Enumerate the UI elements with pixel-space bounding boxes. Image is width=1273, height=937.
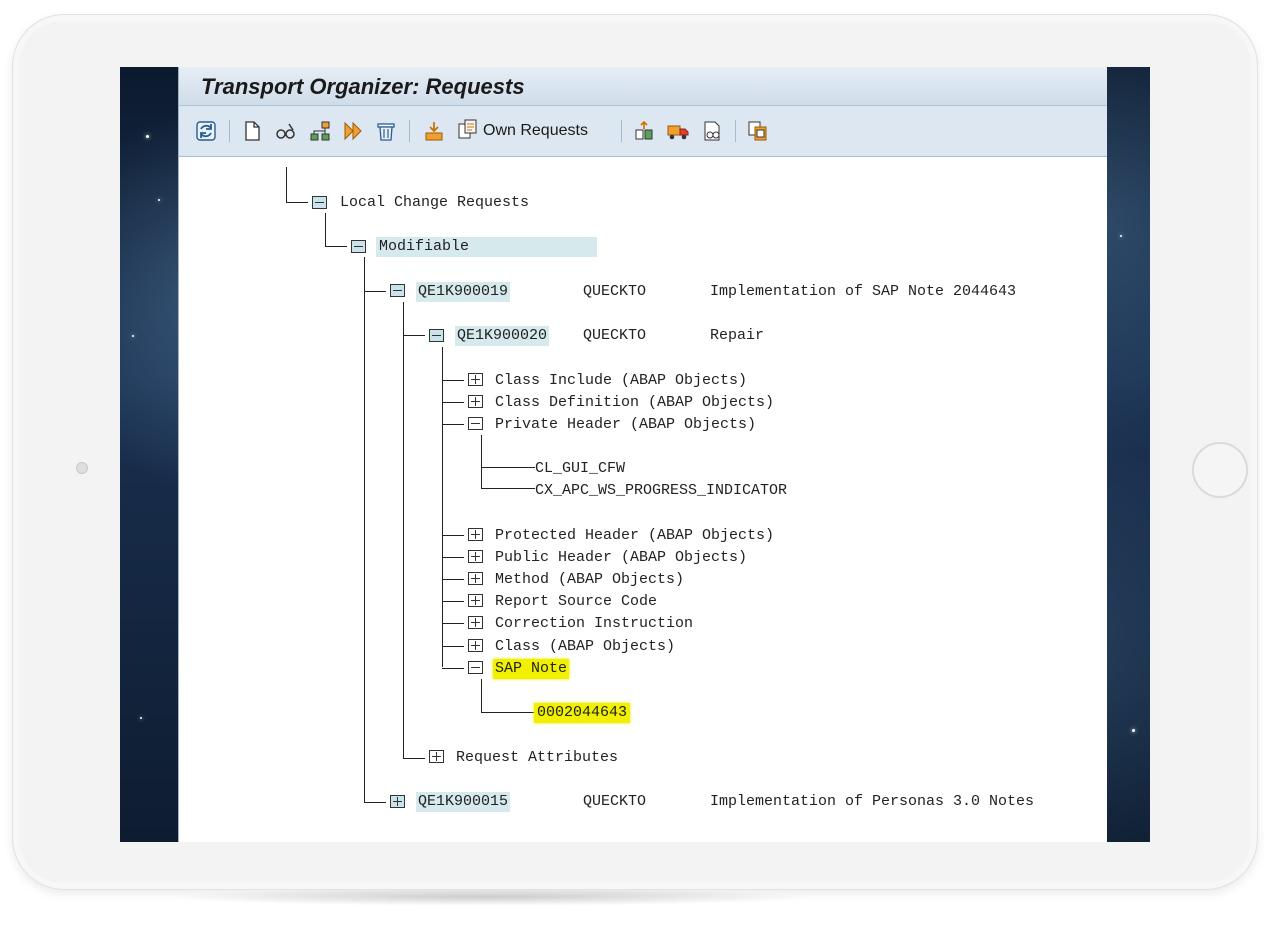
object-type-label[interactable]: Correction Instruction xyxy=(495,614,693,634)
toolbar-separator xyxy=(409,120,410,142)
transport-icon[interactable] xyxy=(665,118,691,144)
object-type-label[interactable]: Private Header (ABAP Objects) xyxy=(495,415,756,435)
local-change-requests-label[interactable]: Local Change Requests xyxy=(340,193,529,213)
own-requests-button[interactable]: Own Requests xyxy=(457,118,588,144)
collapse-node-icon[interactable] xyxy=(429,329,444,342)
expand-node-icon[interactable] xyxy=(468,616,483,629)
log-icon[interactable] xyxy=(699,118,725,144)
refresh-icon[interactable] xyxy=(193,118,219,144)
include-objects-icon[interactable] xyxy=(631,118,657,144)
sap-window: Transport Organizer: Requests Own Reques… xyxy=(178,67,1107,842)
object-type-label[interactable]: Class Definition (ABAP Objects) xyxy=(495,393,774,413)
modifiable-label[interactable]: Modifiable xyxy=(376,237,597,257)
request-id[interactable]: QE1K900019 xyxy=(416,282,511,302)
collapse-node-icon[interactable] xyxy=(312,196,327,209)
expand-node-icon[interactable] xyxy=(429,750,444,763)
sap-note-number[interactable]: 0002044643 xyxy=(534,703,631,723)
request-owner: QUECKTO xyxy=(583,793,647,810)
page-title: Transport Organizer: Requests xyxy=(201,74,525,99)
camera-icon xyxy=(76,462,88,474)
own-requests-icon xyxy=(457,118,479,145)
own-requests-label: Own Requests xyxy=(483,122,588,139)
expand-node-icon[interactable] xyxy=(468,594,483,607)
expand-node-icon[interactable] xyxy=(468,550,483,563)
object-type-label[interactable]: Protected Header (ABAP Objects) xyxy=(495,526,774,546)
toolbar-separator xyxy=(621,120,622,142)
collapse-node-icon[interactable] xyxy=(468,417,483,430)
star xyxy=(1132,729,1135,732)
device-shadow xyxy=(170,888,810,906)
star xyxy=(1120,235,1122,237)
request-id[interactable]: QE1K900015 xyxy=(416,792,511,812)
expand-node-icon[interactable] xyxy=(468,572,483,585)
release-icon[interactable] xyxy=(341,118,367,144)
request-tree: Local Change Requests Modifiable QE1K900… xyxy=(179,157,1107,842)
title-bar: Transport Organizer: Requests xyxy=(179,67,1107,106)
star xyxy=(146,135,149,138)
object-type-label[interactable]: Method (ABAP Objects) xyxy=(495,570,684,590)
new-document-icon[interactable] xyxy=(239,118,265,144)
expand-node-icon[interactable] xyxy=(468,528,483,541)
object-type-label[interactable]: Class (ABAP Objects) xyxy=(495,637,675,657)
request-attributes-label[interactable]: Request Attributes xyxy=(456,748,618,768)
task-owner: QUECKTO xyxy=(583,327,647,344)
collapse-node-icon[interactable] xyxy=(390,284,405,297)
toolbar-separator xyxy=(229,120,230,142)
expand-node-icon[interactable] xyxy=(390,795,405,808)
expand-node-icon[interactable] xyxy=(468,639,483,652)
toolbar-separator xyxy=(735,120,736,142)
task-id[interactable]: QE1K900020 xyxy=(455,326,550,346)
object-type-label[interactable]: Report Source Code xyxy=(495,592,657,612)
copy-icon[interactable] xyxy=(745,118,771,144)
request-description: Implementation of SAP Note 2044643 xyxy=(710,283,1017,300)
object-type-label[interactable]: Public Header (ABAP Objects) xyxy=(495,548,747,568)
task-description: Repair xyxy=(710,327,765,344)
expand-node-icon[interactable] xyxy=(468,373,483,386)
expand-node-icon[interactable] xyxy=(468,395,483,408)
star xyxy=(132,335,134,337)
object-type-label[interactable]: Class Include (ABAP Objects) xyxy=(495,371,747,391)
sap-note-label[interactable]: SAP Note xyxy=(493,659,570,679)
star xyxy=(158,199,160,201)
toolbar: Own Requests xyxy=(179,106,1107,157)
collapse-node-icon[interactable] xyxy=(351,240,366,253)
object-name[interactable]: CX_APC_WS_PROGRESS_INDICATOR xyxy=(535,481,787,501)
tablet-screen: Transport Organizer: Requests Own Reques… xyxy=(120,67,1150,842)
hierarchy-icon[interactable] xyxy=(307,118,333,144)
request-description: Implementation of Personas 3.0 Notes xyxy=(710,793,1035,810)
delete-icon[interactable] xyxy=(373,118,399,144)
object-name[interactable]: CL_GUI_CFW xyxy=(535,459,625,479)
collapse-node-icon[interactable] xyxy=(468,661,483,674)
home-button[interactable] xyxy=(1192,442,1248,498)
import-icon[interactable] xyxy=(421,118,447,144)
display-change-icon[interactable] xyxy=(273,118,299,144)
request-owner: QUECKTO xyxy=(583,283,647,300)
star xyxy=(140,717,142,719)
